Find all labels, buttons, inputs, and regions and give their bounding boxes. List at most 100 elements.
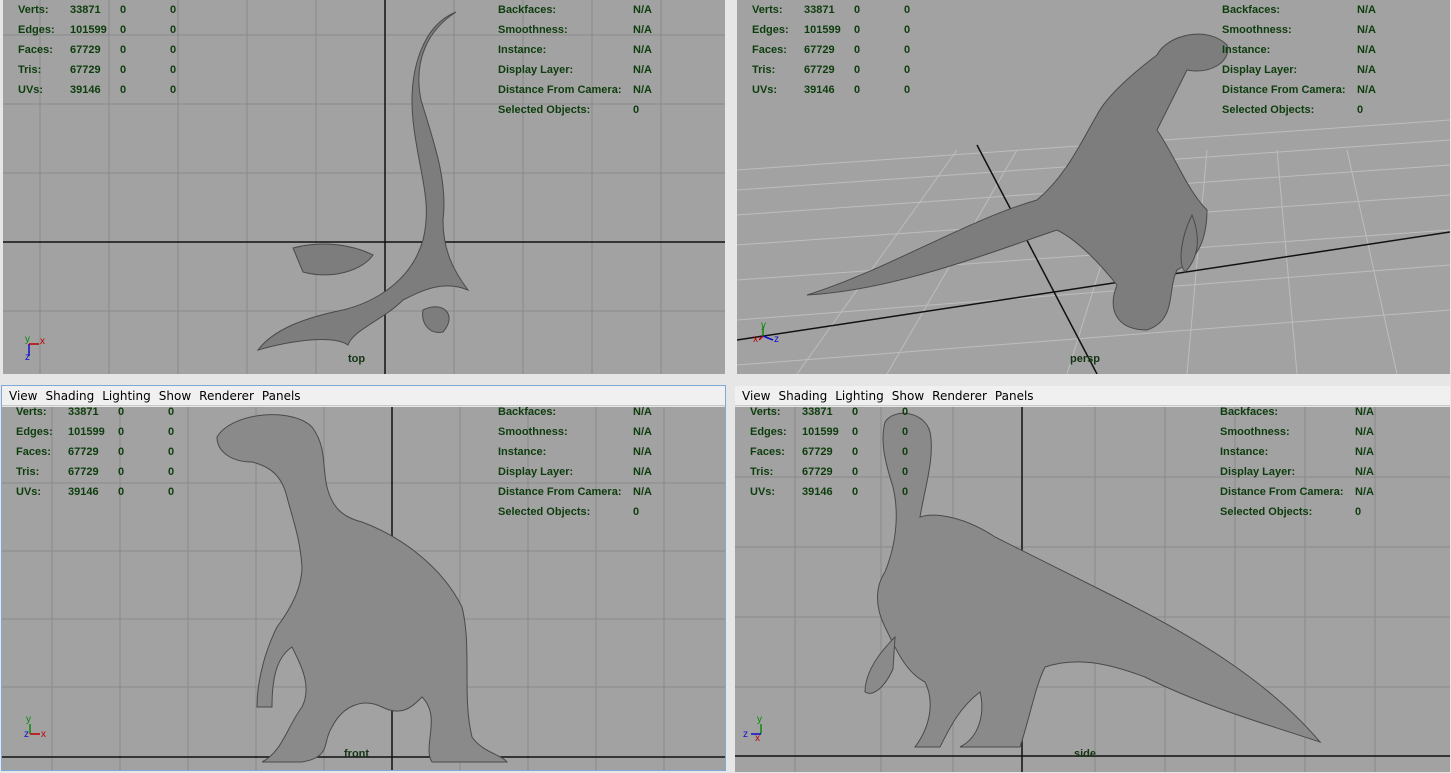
stat-row: UVs: 39146 0 0 (18, 80, 200, 100)
stat-value: 33871 (802, 407, 833, 418)
menu-lighting[interactable]: Lighting (102, 389, 151, 403)
menu-renderer[interactable]: Renderer (932, 389, 987, 403)
stat-value: 39146 (68, 486, 99, 498)
info-value: 0 (633, 506, 640, 518)
stat-row: Verts: 33871 0 0 (16, 407, 198, 422)
poly-stats: Verts: 33871 0 0 Edges: 101599 0 0 Faces: 67729 0 0… (16, 407, 198, 502)
info-label: Instance: (1220, 446, 1269, 458)
svg-text:x: x (753, 334, 758, 345)
stat-value: 67729 (804, 64, 835, 76)
menu-show[interactable]: Show (159, 389, 191, 403)
stat-value: 0 (904, 24, 911, 36)
stat-value: 0 (170, 24, 177, 36)
info-label: Display Layer: (1220, 466, 1296, 478)
stat-value: 101599 (70, 24, 107, 36)
stat-value: 0 (120, 64, 127, 76)
stat-row: Edges: 101599 0 0 (18, 20, 200, 40)
stat-label: Edges: (16, 426, 53, 438)
info-value: 0 (1357, 104, 1364, 116)
info-value: N/A (1357, 64, 1376, 76)
stat-row: Verts: 33871 0 0 (752, 0, 934, 20)
stat-value: 0 (118, 407, 125, 418)
stat-value: 33871 (70, 4, 101, 16)
viewport-panel-top[interactable]: Verts: 33871 0 0 Edges: 101599 0 0 Faces: 67729 0 0… (3, 0, 725, 374)
stat-row: Verts: 33871 0 0 (750, 407, 932, 422)
info-value: N/A (633, 407, 652, 418)
info-row: Smoothness: N/A (1220, 422, 1374, 442)
viewport-side[interactable]: Verts: 33871 0 0 Edges: 101599 0 0 Faces: 67729 0 0… (735, 407, 1450, 772)
info-label: Distance From Camera: (1222, 84, 1346, 96)
viewport-front[interactable]: Verts: 33871 0 0 Edges: 101599 0 0 Faces: 67729 0 0… (2, 407, 725, 770)
viewport-top[interactable]: Verts: 33871 0 0 Edges: 101599 0 0 Faces: 67729 0 0… (3, 0, 725, 374)
menu-view[interactable]: View (742, 389, 770, 403)
stat-value: 0 (120, 24, 127, 36)
stat-value: 0 (168, 486, 175, 498)
menu-view[interactable]: View (9, 389, 37, 403)
stat-row: Edges: 101599 0 0 (16, 422, 198, 442)
stat-label: Faces: (750, 446, 785, 458)
svg-text:x: x (41, 729, 46, 740)
stat-row: Edges: 101599 0 0 (752, 20, 934, 40)
stat-label: Faces: (18, 44, 53, 56)
camera-label: side (1074, 748, 1097, 760)
menu-renderer[interactable]: Renderer (199, 389, 254, 403)
stat-value: 39146 (802, 486, 833, 498)
info-value: N/A (633, 24, 652, 36)
info-row: Instance: N/A (498, 40, 652, 60)
camera-label: persp (1070, 353, 1100, 365)
menu-panels[interactable]: Panels (995, 389, 1034, 403)
stat-label: Faces: (16, 446, 51, 458)
menu-show[interactable]: Show (892, 389, 924, 403)
stat-label: UVs: (16, 486, 42, 498)
stat-label: Tris: (18, 64, 42, 76)
info-value: N/A (633, 486, 652, 498)
stat-row: Tris: 67729 0 0 (750, 462, 932, 482)
svg-text:x: x (40, 336, 45, 347)
stat-value: 0 (852, 466, 859, 478)
stat-value: 0 (852, 486, 859, 498)
stat-value: 67729 (804, 44, 835, 56)
menu-shading[interactable]: Shading (778, 389, 827, 403)
menu-lighting[interactable]: Lighting (835, 389, 884, 403)
stat-row: Faces: 67729 0 0 (18, 40, 200, 60)
object-info: Backfaces: N/A Smoothness: N/A Instance: N/A D… (1222, 0, 1376, 120)
info-value: 0 (1355, 506, 1362, 518)
viewport-persp[interactable]: Verts: 33871 0 0 Edges: 101599 0 0 Faces: 67729 0 0… (737, 0, 1450, 374)
stat-value: 0 (118, 466, 125, 478)
info-value: N/A (633, 466, 652, 478)
stat-value: 0 (852, 407, 859, 418)
stat-value: 0 (904, 4, 911, 16)
viewport-panel-persp[interactable]: Verts: 33871 0 0 Edges: 101599 0 0 Faces: 67729 0 0… (737, 0, 1450, 374)
stat-value: 67729 (802, 466, 833, 478)
stat-value: 0 (904, 64, 911, 76)
info-value: N/A (1357, 84, 1376, 96)
menu-shading[interactable]: Shading (45, 389, 94, 403)
stat-value: 0 (854, 24, 861, 36)
stat-value: 0 (120, 4, 127, 16)
info-label: Distance From Camera: (498, 486, 622, 498)
info-row: Display Layer: N/A (1222, 60, 1376, 80)
info-value: N/A (1355, 407, 1374, 418)
svg-text:y: y (757, 714, 762, 725)
info-row: Instance: N/A (1220, 442, 1374, 462)
stat-value: 101599 (68, 426, 105, 438)
info-value: N/A (1355, 426, 1374, 438)
stat-value: 0 (168, 466, 175, 478)
object-info: Backfaces: N/A Smoothness: N/A Instance: N/A D… (1220, 407, 1374, 522)
stat-row: Faces: 67729 0 0 (16, 442, 198, 462)
stat-label: Verts: (750, 407, 781, 418)
model-silhouette (216, 414, 508, 763)
viewport-panel-front[interactable]: View Shading Lighting Show Renderer Pane… (1, 385, 726, 771)
info-label: Distance From Camera: (1220, 486, 1344, 498)
stat-value: 101599 (802, 426, 839, 438)
info-label: Smoothness: (1222, 24, 1292, 36)
info-row: Display Layer: N/A (498, 60, 652, 80)
info-value: 0 (633, 104, 640, 116)
viewport-panel-side[interactable]: View Shading Lighting Show Renderer Pane… (735, 386, 1450, 772)
model-silhouette (256, 11, 470, 351)
info-value: N/A (633, 446, 652, 458)
stat-value: 0 (854, 44, 861, 56)
menu-panels[interactable]: Panels (262, 389, 301, 403)
stat-label: Edges: (752, 24, 789, 36)
object-info: Backfaces: N/A Smoothness: N/A Instance: N/A D… (498, 407, 652, 522)
